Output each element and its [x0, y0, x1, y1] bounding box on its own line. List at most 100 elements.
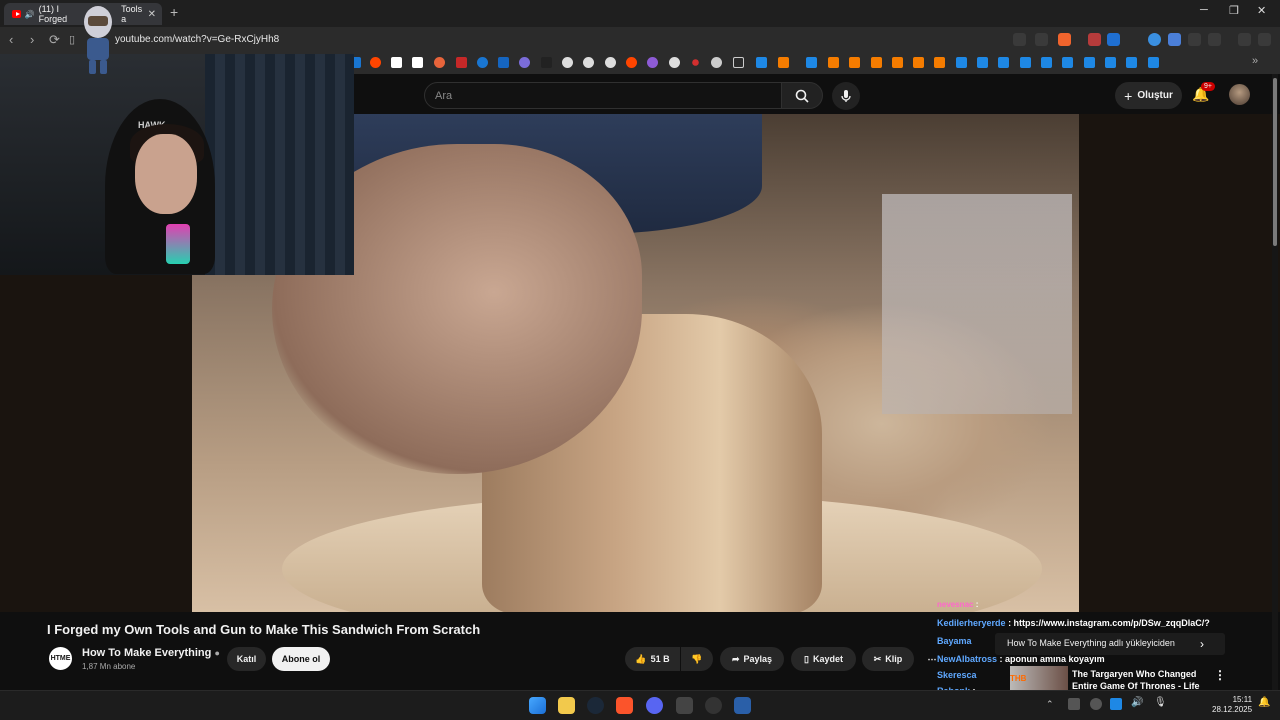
folder-icon[interactable]: [733, 57, 744, 68]
mascot-figure-icon: [84, 6, 112, 74]
notification-center-icon[interactable]: 🔔: [1258, 697, 1270, 708]
reddit-icon[interactable]: [370, 57, 381, 68]
bookmark-icon[interactable]: [456, 57, 467, 68]
bookmark-icon[interactable]: [605, 57, 616, 68]
obs-icon[interactable]: [705, 697, 722, 714]
create-button[interactable]: + Oluştur: [1115, 82, 1182, 109]
bookmark-icon[interactable]: [562, 57, 573, 68]
steam-icon[interactable]: [806, 57, 817, 68]
bookmark-icon[interactable]: [583, 57, 594, 68]
steam-icon[interactable]: [1148, 57, 1159, 68]
save-label: Kaydet: [812, 654, 843, 664]
bookmark-icon[interactable]: [477, 57, 488, 68]
bookmark-icon[interactable]: [498, 57, 509, 68]
bookmark-icon[interactable]: [692, 59, 699, 66]
bookmark-icon[interactable]: [711, 57, 722, 68]
endcard-banner[interactable]: How To Make Everything adlı yükleyiciden: [995, 633, 1225, 655]
tab-close-button[interactable]: ✕: [148, 9, 156, 20]
steam-icon[interactable]: [956, 57, 967, 68]
maximize-button[interactable]: ❐: [1229, 4, 1239, 17]
plus-icon: +: [1124, 87, 1133, 104]
search-button[interactable]: [781, 82, 823, 109]
bookmark-icon[interactable]: [828, 57, 839, 68]
bookmark-icon[interactable]: [934, 57, 945, 68]
steam-icon[interactable]: [1020, 57, 1031, 68]
url-field[interactable]: youtube.com/watch?v=Ge-RxCjyHh8: [115, 34, 279, 45]
file-explorer-icon[interactable]: [558, 697, 575, 714]
tray-battery-icon[interactable]: [1068, 698, 1080, 710]
bookmark-icon[interactable]: [913, 57, 924, 68]
cast-icon[interactable]: [1013, 33, 1026, 46]
app-icon[interactable]: [676, 697, 693, 714]
brave-browser-icon[interactable]: [616, 697, 633, 714]
tray-steam-icon[interactable]: [1110, 698, 1122, 710]
subscribe-button[interactable]: Abone ol: [272, 647, 330, 671]
dislike-button[interactable]: 👎: [681, 647, 713, 671]
more-bookmarks-icon[interactable]: »: [1252, 55, 1258, 67]
speaker-icon[interactable]: 🔊: [1131, 697, 1143, 708]
bookmark-icon[interactable]: [647, 57, 658, 68]
clip-label: Klip: [885, 654, 903, 664]
forward-icon[interactable]: ›: [30, 32, 34, 47]
steam-icon[interactable]: [1041, 57, 1052, 68]
steam-icon[interactable]: [977, 57, 988, 68]
windows-start-icon[interactable]: [529, 697, 546, 714]
youtube-favicon-icon: [12, 10, 21, 18]
like-button[interactable]: 👍 51 B: [625, 647, 680, 671]
steam-icon[interactable]: [1105, 57, 1116, 68]
bookmark-icon[interactable]: ▯: [69, 33, 75, 46]
bookmark-icon[interactable]: [391, 57, 402, 68]
share-button[interactable]: ➦ Paylaş: [720, 647, 784, 671]
steam-icon[interactable]: [756, 57, 767, 68]
page-scrollbar[interactable]: [1272, 74, 1278, 690]
channel-name[interactable]: How To Make Everything ●: [82, 647, 220, 659]
bookmark-icon[interactable]: [669, 57, 680, 68]
extension-icon[interactable]: [1148, 33, 1161, 46]
bookmark-icon[interactable]: [892, 57, 903, 68]
scrollbar-thumb[interactable]: [1273, 78, 1277, 246]
steam-icon[interactable]: [1084, 57, 1095, 68]
extension-icon[interactable]: [1107, 33, 1120, 46]
chevron-right-icon[interactable]: ›: [1200, 637, 1204, 651]
clip-button[interactable]: ✂ Klip: [862, 647, 914, 671]
system-clock[interactable]: 15:11 28.12.2025: [1212, 695, 1252, 715]
bookmark-icon[interactable]: [849, 57, 860, 68]
save-button[interactable]: ▯ Kaydet: [791, 647, 856, 671]
tray-chevron-icon[interactable]: ⌃: [1046, 699, 1054, 710]
bookmark-icon[interactable]: [434, 57, 445, 68]
voice-search-button[interactable]: [832, 82, 860, 110]
share-icon[interactable]: [1035, 33, 1048, 46]
discord-icon[interactable]: [646, 697, 663, 714]
reddit-icon[interactable]: [626, 57, 637, 68]
search-input[interactable]: Ara: [424, 82, 782, 109]
minimize-button[interactable]: ─: [1200, 4, 1208, 16]
bookmark-icon[interactable]: [778, 57, 789, 68]
menu-icon[interactable]: [1258, 33, 1271, 46]
sidebar-icon[interactable]: [1208, 33, 1221, 46]
tray-app-icon[interactable]: [1090, 698, 1102, 710]
app-icon[interactable]: [734, 697, 751, 714]
steam-icon[interactable]: [998, 57, 1009, 68]
music-icon[interactable]: [1238, 33, 1251, 46]
bookmark-icon[interactable]: [871, 57, 882, 68]
join-button[interactable]: Katıl: [227, 647, 266, 671]
close-window-button[interactable]: ✕: [1257, 4, 1266, 17]
puzzle-icon[interactable]: [1188, 33, 1201, 46]
back-icon[interactable]: ‹: [9, 32, 13, 47]
kick-icon[interactable]: [541, 57, 552, 68]
extension-icon[interactable]: [1088, 33, 1101, 46]
reload-icon[interactable]: ⟳: [49, 32, 60, 48]
channel-logo[interactable]: HTME: [47, 645, 74, 672]
kebab-menu-icon[interactable]: ⋮: [1214, 668, 1226, 682]
microphone-tray-icon[interactable]: 🎙: [1154, 697, 1167, 708]
bookmark-icon[interactable]: [412, 57, 423, 68]
steam-icon[interactable]: [587, 697, 604, 714]
account-avatar[interactable]: [1229, 84, 1250, 105]
extension-icon[interactable]: [1168, 33, 1181, 46]
steam-icon[interactable]: [1126, 57, 1137, 68]
steam-icon[interactable]: [1062, 57, 1073, 68]
bookmark-icon[interactable]: [519, 57, 530, 68]
new-tab-button[interactable]: +: [170, 4, 178, 20]
thumbs-down-icon: 👎: [691, 653, 703, 664]
brave-shield-icon[interactable]: [1058, 33, 1071, 46]
